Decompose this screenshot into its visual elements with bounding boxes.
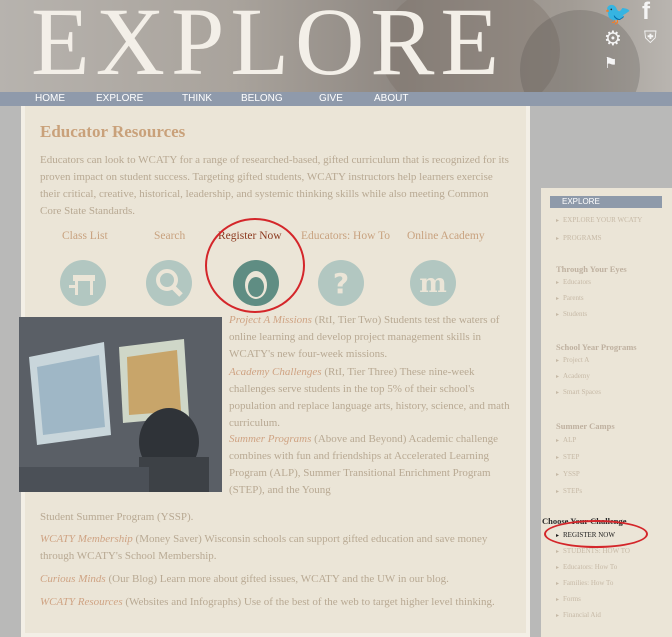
paragraph-project-a: Project A Missions (RtI, Tier Two) Stude… xyxy=(229,314,500,360)
sidebar-item-forms[interactable]: Forms xyxy=(556,595,581,603)
sidebar-item-parents[interactable]: Parents xyxy=(556,294,584,302)
site-logo[interactable]: EXPLORE xyxy=(31,0,505,90)
shield-icon[interactable]: ⛨ xyxy=(644,28,657,48)
header-banner: EXPLORE 🐦 f ⚙ ⛨ ⚑ xyxy=(0,0,672,92)
online-academy-icon[interactable]: m xyxy=(410,260,456,306)
sidebar-group-school-year: School Year Programs xyxy=(556,342,637,352)
sidebar-item-explore-your-wcaty[interactable]: EXPLORE YOUR WCATY xyxy=(556,216,642,224)
link-wcaty-resources[interactable]: WCATY Resources xyxy=(40,596,123,608)
link-academy-challenges[interactable]: Academy Challenges xyxy=(229,366,322,378)
tab-search[interactable]: Search xyxy=(154,230,185,242)
nav-about[interactable]: ABOUT xyxy=(374,92,408,106)
search-icon[interactable] xyxy=(146,260,192,306)
link-summer-programs[interactable]: Summer Programs xyxy=(229,433,311,445)
svg-text:m: m xyxy=(419,269,447,299)
sidebar-item-families-how-to[interactable]: Families: How To xyxy=(556,579,613,587)
nav-think[interactable]: THINK xyxy=(182,92,212,106)
nav-give[interactable]: GIVE xyxy=(319,92,343,106)
sidebar-item-yssp[interactable]: YSSP xyxy=(556,470,580,478)
highlight-circle-sidebar-register xyxy=(544,520,648,548)
nav-belong[interactable]: BELONG xyxy=(241,92,283,106)
twitter-icon[interactable]: 🐦 xyxy=(604,2,631,27)
sidebar-item-students[interactable]: Students xyxy=(556,310,587,318)
intro-text: Educators can look to WCATY for a range … xyxy=(40,154,509,217)
sidebar-item-educators-how-to[interactable]: Educators: How To xyxy=(556,563,617,571)
page-title: Educator Resources xyxy=(40,122,186,141)
flag-icon[interactable]: ⚑ xyxy=(604,54,617,72)
tab-online-academy[interactable]: Online Academy xyxy=(407,230,485,242)
nav-home[interactable]: HOME xyxy=(35,92,65,106)
main-nav: HOME EXPLORE THINK BELONG GIVE ABOUT xyxy=(0,92,672,106)
paragraph-membership: WCATY Membership (Money Saver) Wisconsin… xyxy=(40,533,488,562)
highlight-circle-register xyxy=(205,218,305,313)
student-computer-photo xyxy=(19,317,222,492)
sidebar-item-steps[interactable]: STEPs xyxy=(556,487,582,495)
paragraph-summer-programs: Summer Programs (Above and Beyond) Acade… xyxy=(229,433,499,496)
sidebar-item-financial-aid[interactable]: Financial Aid xyxy=(556,611,601,619)
question-icon[interactable]: ? xyxy=(318,260,364,306)
svg-text:?: ? xyxy=(333,267,349,300)
link-curious-minds[interactable]: Curious Minds xyxy=(40,573,106,585)
sidebar-group-through-your-eyes: Through Your Eyes xyxy=(556,264,627,274)
tab-educators-how-to[interactable]: Educators: How To xyxy=(301,230,390,242)
tab-class-list[interactable]: Class List xyxy=(62,230,108,242)
sidebar-item-students-how-to[interactable]: STUDENTS: HOW TO xyxy=(556,547,630,555)
nav-explore[interactable]: EXPLORE xyxy=(96,92,143,106)
paragraph-summer-programs-tail: Student Summer Program (YSSP). xyxy=(40,511,194,523)
sidebar-item-academy[interactable]: Academy xyxy=(556,372,590,380)
sidebar-item-programs[interactable]: PROGRAMS xyxy=(556,234,602,242)
sidebar-group-summer-camps: Summer Camps xyxy=(556,421,615,431)
link-wcaty-membership[interactable]: WCATY Membership xyxy=(40,533,133,545)
desk-icon[interactable] xyxy=(60,260,106,306)
paragraph-curious-minds: Curious Minds (Our Blog) Learn more abou… xyxy=(40,573,449,585)
paragraph-academy-challenges: Academy Challenges (RtI, Tier Three) The… xyxy=(229,366,510,429)
sidebar-item-step[interactable]: STEP xyxy=(556,453,579,461)
sidebar-item-alp[interactable]: ALP xyxy=(556,436,576,444)
sidebar-item-project-a[interactable]: Project A xyxy=(556,356,589,364)
gear-icon[interactable]: ⚙ xyxy=(604,26,622,50)
paragraph-resources: WCATY Resources (Websites and Infographs… xyxy=(40,596,495,608)
sidebar-item-smart-spaces[interactable]: Smart Spaces xyxy=(556,388,601,396)
sidebar-header: EXPLORE xyxy=(550,196,662,208)
facebook-icon[interactable]: f xyxy=(642,0,650,26)
link-project-a-missions[interactable]: Project A Missions xyxy=(229,314,312,326)
sidebar-item-educators[interactable]: Educators xyxy=(556,278,591,286)
